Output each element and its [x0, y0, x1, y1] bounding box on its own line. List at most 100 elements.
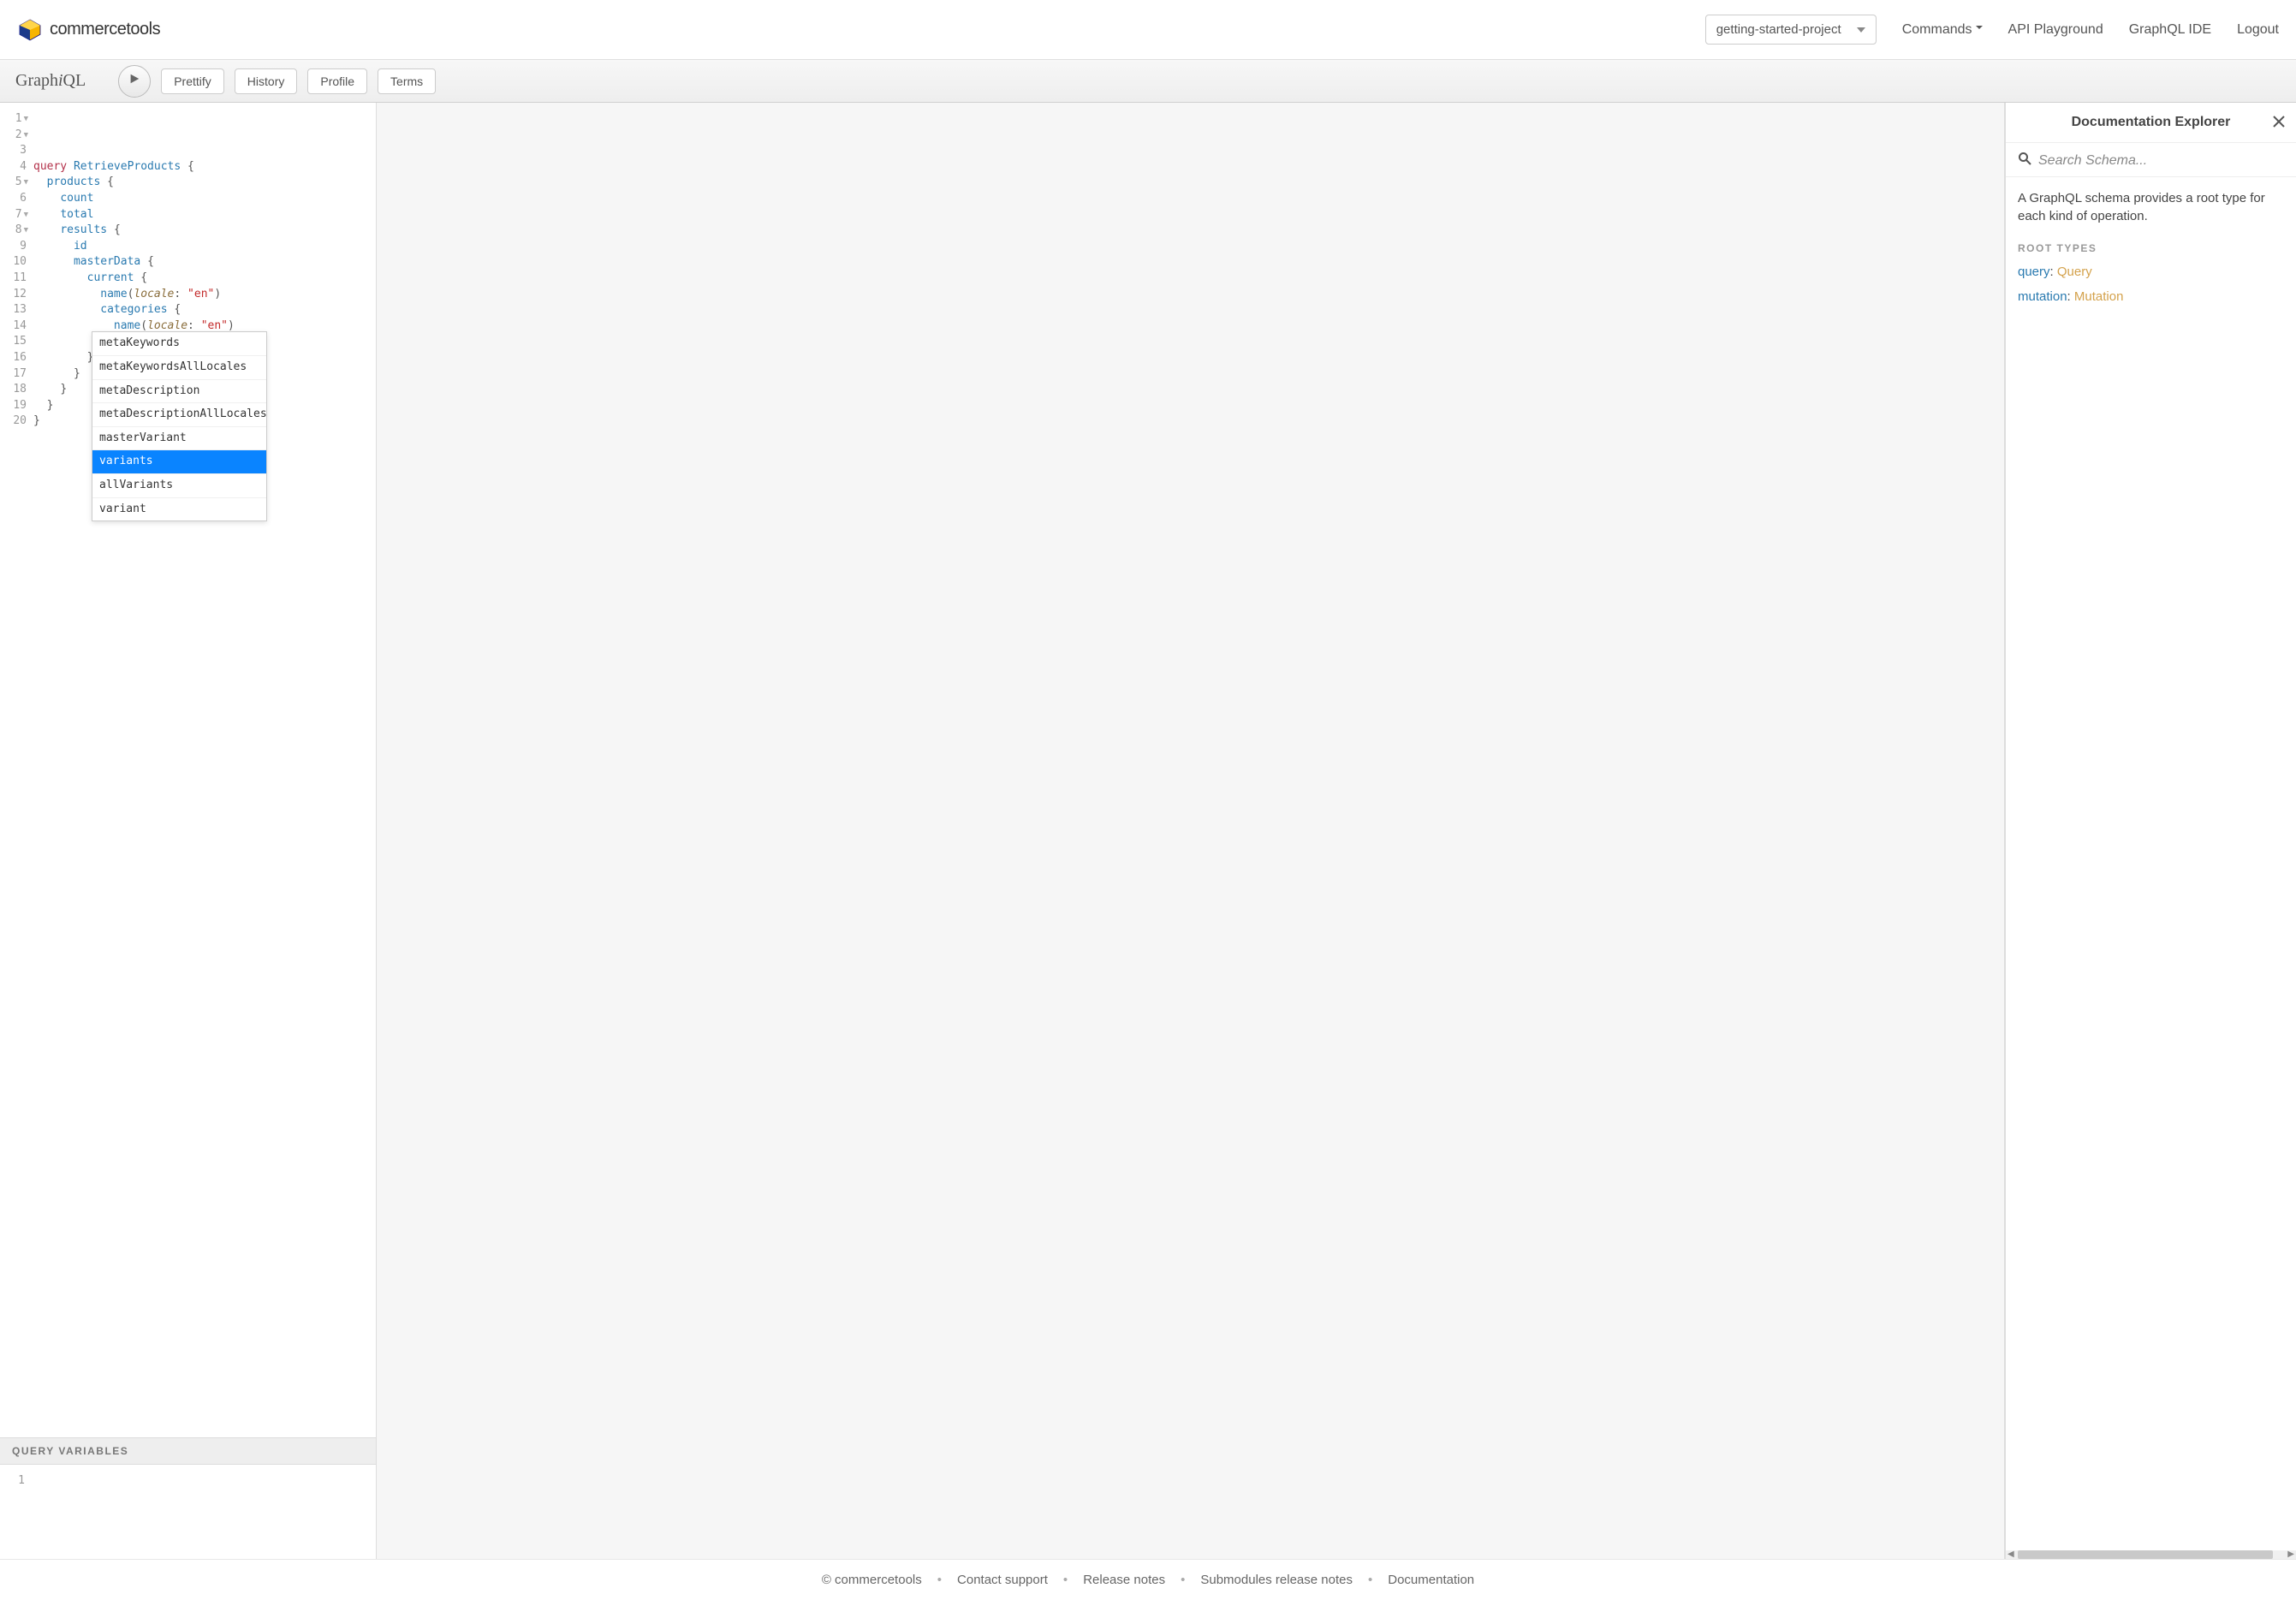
fold-toggle-icon[interactable]: ▼: [24, 175, 28, 191]
line-number: 12: [0, 287, 28, 303]
doc-field-name: query: [2018, 265, 2050, 279]
code-line[interactable]: query RetrieveProducts {: [33, 159, 372, 175]
line-number: 7▼: [0, 207, 28, 223]
doc-search: [2006, 143, 2296, 177]
autocomplete-item[interactable]: metaDescriptionAllLocales: [92, 403, 266, 427]
scroll-left-icon[interactable]: ◀: [2008, 1549, 2014, 1559]
autocomplete-item[interactable]: variant: [92, 498, 266, 521]
line-number: 20: [0, 413, 28, 430]
close-icon[interactable]: [2272, 115, 2286, 133]
fold-toggle-icon[interactable]: ▼: [24, 111, 28, 128]
code-line[interactable]: results {: [33, 223, 372, 239]
doc-type-link[interactable]: Query: [2057, 265, 2092, 279]
doc-type-row: query: Query: [2018, 265, 2284, 279]
line-number: 15: [0, 334, 28, 350]
footer-release-notes[interactable]: Release notes: [1083, 1573, 1165, 1587]
query-editor-pane: 1▼2▼345▼67▼8▼91011121314151617181920 que…: [0, 103, 377, 1559]
nav-logout[interactable]: Logout: [2237, 22, 2279, 38]
line-number: 8▼: [0, 223, 28, 239]
autocomplete-item[interactable]: metaKeywordsAllLocales: [92, 356, 266, 380]
brand-logo: commercetools: [17, 17, 160, 43]
top-header: commercetools getting-started-project Co…: [0, 0, 2296, 60]
line-gutter: 1▼2▼345▼67▼8▼91011121314151617181920: [0, 103, 30, 1437]
line-number: 6: [0, 191, 28, 207]
code-line[interactable]: products {: [33, 175, 372, 191]
autocomplete-item[interactable]: variants: [92, 450, 266, 474]
documentation-explorer: Documentation Explorer A GraphQL schema …: [2005, 103, 2296, 1559]
code-line[interactable]: count: [33, 191, 372, 207]
fold-toggle-icon[interactable]: ▼: [24, 207, 28, 223]
doc-type-row: mutation: Mutation: [2018, 289, 2284, 304]
doc-horizontal-scrollbar[interactable]: ◀ ▶: [2006, 1550, 2296, 1559]
footer-documentation[interactable]: Documentation: [1388, 1573, 1474, 1587]
code-line[interactable]: current {: [33, 271, 372, 287]
project-select-value: getting-started-project: [1716, 22, 1841, 37]
doc-field-name: mutation: [2018, 289, 2067, 304]
autocomplete-item[interactable]: metaDescription: [92, 380, 266, 404]
header-right: getting-started-project Commands API Pla…: [1705, 15, 2279, 45]
line-number: 5▼: [0, 175, 28, 191]
prettify-button[interactable]: Prettify: [161, 68, 224, 94]
line-number: 16: [0, 350, 28, 366]
line-number: 3: [0, 143, 28, 159]
line-number: 1▼: [0, 111, 28, 128]
query-editor[interactable]: 1▼2▼345▼67▼8▼91011121314151617181920 que…: [0, 103, 376, 1437]
result-pane: [377, 103, 2005, 1559]
nav-commands[interactable]: Commands: [1902, 22, 1983, 38]
code-line[interactable]: masterData {: [33, 254, 372, 271]
line-number: 13: [0, 302, 28, 318]
scrollbar-thumb[interactable]: [2018, 1550, 2273, 1559]
project-select[interactable]: getting-started-project: [1705, 15, 1877, 45]
line-number: 10: [0, 254, 28, 271]
commercetools-logo-icon: [17, 17, 43, 43]
autocomplete-popup[interactable]: metaKeywordsmetaKeywordsAllLocalesmetaDe…: [92, 331, 267, 521]
fold-toggle-icon[interactable]: ▼: [24, 128, 28, 144]
autocomplete-item[interactable]: metaKeywords: [92, 332, 266, 356]
profile-button[interactable]: Profile: [307, 68, 367, 94]
play-icon: [128, 73, 140, 89]
line-number: 9: [0, 239, 28, 255]
footer-separator: •: [1181, 1573, 1185, 1587]
nav-graphql-ide[interactable]: GraphQL IDE: [2129, 22, 2211, 38]
code-line[interactable]: name(locale: "en"): [33, 287, 372, 303]
footer-separator: •: [1063, 1573, 1068, 1587]
graphiql-toolbar: GraphiQL Prettify History Profile Terms: [0, 60, 2296, 103]
fold-toggle-icon[interactable]: ▼: [24, 223, 28, 239]
brand-name: commercetools: [50, 20, 160, 39]
code-line[interactable]: id: [33, 239, 372, 255]
graphiql-title: GraphiQL: [10, 71, 91, 91]
chevron-down-icon: [1857, 27, 1865, 33]
footer-copyright: © commercetools: [822, 1573, 922, 1587]
doc-explorer-title: Documentation Explorer: [2072, 115, 2231, 130]
qv-line-gutter: 1: [0, 1465, 30, 1559]
query-variables-editor[interactable]: 1: [0, 1465, 376, 1559]
scroll-right-icon[interactable]: ▶: [2287, 1549, 2294, 1559]
autocomplete-item[interactable]: masterVariant: [92, 427, 266, 451]
footer-separator: •: [1368, 1573, 1372, 1587]
line-number: 19: [0, 398, 28, 414]
line-number: 14: [0, 318, 28, 335]
nav-api-playground[interactable]: API Playground: [2008, 22, 2103, 38]
qv-code[interactable]: [30, 1465, 376, 1559]
footer-separator: •: [937, 1573, 942, 1587]
line-number: 18: [0, 382, 28, 398]
doc-description: A GraphQL schema provides a root type fo…: [2018, 189, 2284, 225]
line-number: 11: [0, 271, 28, 287]
run-button[interactable]: [118, 65, 151, 98]
footer-submodules-release-notes[interactable]: Submodules release notes: [1200, 1573, 1353, 1587]
schema-search-input[interactable]: [2038, 153, 2284, 169]
code-content[interactable]: query RetrieveProducts { products { coun…: [30, 103, 376, 1437]
main-area: 1▼2▼345▼67▼8▼91011121314151617181920 que…: [0, 103, 2296, 1559]
history-button[interactable]: History: [235, 68, 298, 94]
doc-body: A GraphQL schema provides a root type fo…: [2006, 177, 2296, 1550]
doc-type-link[interactable]: Mutation: [2074, 289, 2124, 304]
autocomplete-item[interactable]: allVariants: [92, 474, 266, 498]
footer-contact-support[interactable]: Contact support: [957, 1573, 1048, 1587]
code-line[interactable]: total: [33, 207, 372, 223]
line-number: 17: [0, 366, 28, 383]
terms-button[interactable]: Terms: [378, 68, 436, 94]
doc-section-title: ROOT TYPES: [2018, 242, 2284, 254]
query-variables-header[interactable]: QUERY VARIABLES: [0, 1437, 376, 1465]
code-line[interactable]: categories {: [33, 302, 372, 318]
footer: © commercetools • Contact support • Rele…: [0, 1559, 2296, 1600]
